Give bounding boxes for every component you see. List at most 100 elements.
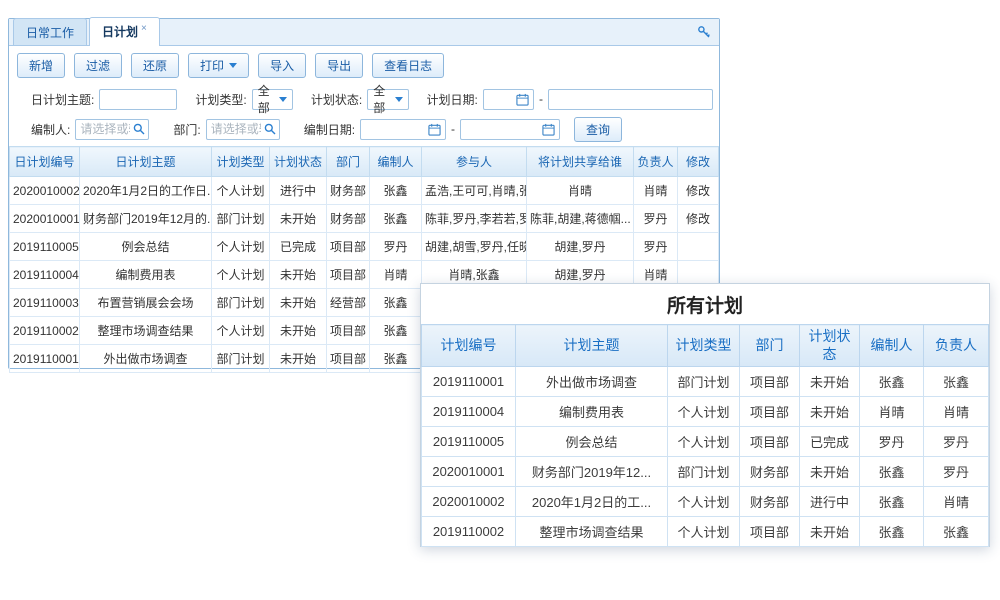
col-modify[interactable]: 修改 — [678, 147, 719, 177]
cell-type: 部门计划 — [212, 205, 270, 233]
tab-bar: 日常工作 日计划× — [9, 19, 719, 46]
toolbar: 新增 过滤 还原 打印 导入 导出 查看日志 — [9, 46, 719, 84]
col-share[interactable]: 将计划共享给谁 — [527, 147, 634, 177]
cell-creator: 张鑫 — [860, 517, 924, 547]
make-date-end-input[interactable] — [460, 119, 560, 140]
cell-subject[interactable]: 2020年1月2日的工作日... — [80, 177, 212, 205]
cell-plan-id: 2019110005 — [422, 427, 516, 457]
cell-owner: 张鑫 — [924, 367, 989, 397]
type-select[interactable]: 全部 — [252, 89, 293, 110]
cell-creator: 张鑫 — [370, 205, 422, 233]
cell-plan-id[interactable]: 2020010001 — [10, 205, 80, 233]
filter-button[interactable]: 过滤 — [74, 53, 122, 78]
type-label: 计划类型: — [195, 91, 246, 108]
cell-dept: 财务部 — [327, 205, 370, 233]
cell-plan-id: 2020010002 — [422, 487, 516, 517]
tab-daily-plan[interactable]: 日计划× — [89, 17, 160, 46]
chevron-down-icon — [395, 97, 403, 102]
restore-button-label: 还原 — [143, 57, 167, 74]
col-creator[interactable]: 编制人 — [370, 147, 422, 177]
cell-subject[interactable]: 编制费用表 — [80, 261, 212, 289]
cell-subject[interactable]: 例会总结 — [80, 233, 212, 261]
cell-subject: 整理市场调查结果 — [516, 517, 668, 547]
creator-input[interactable] — [75, 119, 149, 140]
plan-date-start-input[interactable] — [483, 89, 534, 110]
cell-owner[interactable]: 罗丹 — [634, 205, 678, 233]
popup-row: 2020010001 财务部门2019年12... 部门计划 财务部 未开始 张… — [422, 457, 989, 487]
export-button[interactable]: 导出 — [315, 53, 363, 78]
cell-owner[interactable]: 罗丹 — [634, 233, 678, 261]
tab-daily-work-label: 日常工作 — [26, 26, 74, 40]
view-log-button[interactable]: 查看日志 — [372, 53, 444, 78]
cell-owner: 罗丹 — [924, 427, 989, 457]
cell-modify-link[interactable]: 修改 — [678, 177, 719, 205]
cell-plan-id: 2019110002 — [422, 517, 516, 547]
cell-participants: 胡建,胡雪,罗丹,任晓... — [422, 233, 527, 261]
cell-creator: 张鑫 — [370, 289, 422, 317]
cell-type: 部门计划 — [212, 345, 270, 373]
chevron-down-icon — [279, 97, 287, 102]
cell-subject[interactable]: 布置营销展会会场 — [80, 289, 212, 317]
cell-subject[interactable]: 外出做市场调查 — [80, 345, 212, 373]
dept-input[interactable] — [206, 119, 280, 140]
cell-share: 胡建,罗丹 — [527, 233, 634, 261]
cell-subject: 财务部门2019年12... — [516, 457, 668, 487]
col-type[interactable]: 计划类型 — [212, 147, 270, 177]
cell-type: 个人计划 — [212, 177, 270, 205]
restore-button[interactable]: 还原 — [131, 53, 179, 78]
cell-plan-id[interactable]: 2019110001 — [10, 345, 80, 373]
cell-dept: 项目部 — [740, 367, 800, 397]
popup-row: 2019110005 例会总结 个人计划 项目部 已完成 罗丹 罗丹 — [422, 427, 989, 457]
cell-status: 未开始 — [270, 261, 327, 289]
cell-plan-id[interactable]: 2019110005 — [10, 233, 80, 261]
cell-plan-id: 2019110001 — [422, 367, 516, 397]
col-dept[interactable]: 部门 — [327, 147, 370, 177]
cell-status: 未开始 — [270, 345, 327, 373]
table-row[interactable]: 2019110005 例会总结 个人计划 已完成 项目部 罗丹 胡建,胡雪,罗丹… — [10, 233, 719, 261]
query-button[interactable]: 查询 — [574, 117, 622, 142]
col-subject[interactable]: 日计划主题 — [80, 147, 212, 177]
date-range-separator: - — [539, 92, 543, 106]
view-log-button-label: 查看日志 — [384, 57, 432, 74]
add-button[interactable]: 新增 — [17, 53, 65, 78]
cell-subject[interactable]: 财务部门2019年12月的... — [80, 205, 212, 233]
table-row[interactable]: 2020010002 2020年1月2日的工作日... 个人计划 进行中 财务部… — [10, 177, 719, 205]
calendar-icon — [542, 123, 555, 136]
date-range-separator: - — [451, 122, 455, 136]
cell-plan-id[interactable]: 2019110004 — [10, 261, 80, 289]
table-header-row: 日计划编号 日计划主题 计划类型 计划状态 部门 编制人 参与人 将计划共享给谁… — [10, 147, 719, 177]
settings-key-icon[interactable] — [697, 25, 711, 44]
import-button[interactable]: 导入 — [258, 53, 306, 78]
import-button-label: 导入 — [270, 57, 294, 74]
cell-plan-id: 2020010001 — [422, 457, 516, 487]
cell-subject: 例会总结 — [516, 427, 668, 457]
cell-participants: 陈菲,罗丹,李若若,罗... — [422, 205, 527, 233]
table-row[interactable]: 2020010001 财务部门2019年12月的... 部门计划 未开始 财务部… — [10, 205, 719, 233]
cell-subject[interactable]: 整理市场调查结果 — [80, 317, 212, 345]
close-tab-icon[interactable]: × — [141, 23, 147, 34]
cell-dept: 财务部 — [327, 177, 370, 205]
col-participants[interactable]: 参与人 — [422, 147, 527, 177]
col-plan-id: 计划编号 — [422, 325, 516, 367]
cell-owner[interactable]: 肖晴 — [634, 177, 678, 205]
cell-owner: 张鑫 — [924, 517, 989, 547]
col-status: 计划状态 — [800, 325, 860, 367]
cell-modify-link[interactable]: 修改 — [678, 205, 719, 233]
cell-subject: 外出做市场调查 — [516, 367, 668, 397]
col-owner[interactable]: 负责人 — [634, 147, 678, 177]
cell-plan-id[interactable]: 2019110003 — [10, 289, 80, 317]
calendar-icon — [428, 123, 441, 136]
cell-share: 肖晴 — [527, 177, 634, 205]
col-plan-id[interactable]: 日计划编号 — [10, 147, 80, 177]
col-dept: 部门 — [740, 325, 800, 367]
subject-input[interactable] — [99, 89, 177, 110]
make-date-label: 编制日期: — [304, 121, 355, 138]
print-button[interactable]: 打印 — [188, 53, 249, 78]
tab-daily-work[interactable]: 日常工作 — [13, 18, 87, 45]
cell-plan-id[interactable]: 2020010002 — [10, 177, 80, 205]
plan-date-end-input[interactable] — [548, 89, 713, 110]
make-date-start-input[interactable] — [360, 119, 446, 140]
col-status[interactable]: 计划状态 — [270, 147, 327, 177]
status-select[interactable]: 全部 — [367, 89, 408, 110]
cell-plan-id[interactable]: 2019110002 — [10, 317, 80, 345]
